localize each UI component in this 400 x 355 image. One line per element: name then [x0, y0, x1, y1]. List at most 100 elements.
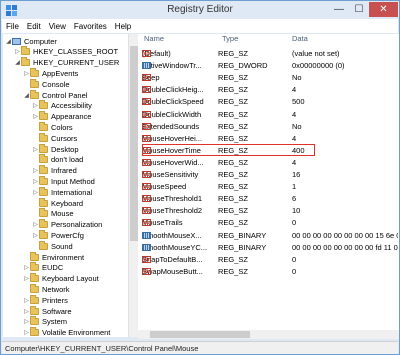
tree-item-label: Infrared [51, 166, 77, 176]
folder-icon [30, 305, 39, 315]
tree-item[interactable]: don't load [3, 154, 84, 165]
value-row[interactable]: ActiveWindowTr... REG_DWORD 0x00000000 (0) [138, 60, 399, 71]
tree-item-label: Input Method [51, 176, 95, 186]
expand-arrow-icon[interactable]: ▷ [32, 102, 39, 109]
expand-arrow-icon[interactable]: ▷ [32, 113, 39, 120]
value-row[interactable]: SmoothMouseX... REG_BINARY 00 00 00 00 00 … [138, 230, 399, 241]
tree-item-label: don't load [51, 155, 84, 165]
tree-item[interactable]: ▷ Infrared [3, 165, 77, 176]
expand-arrow-icon[interactable]: ▷ [23, 264, 30, 271]
tree-item[interactable]: Environment [3, 251, 84, 262]
value-name: ab MouseHoverHei... [142, 134, 218, 143]
tree-item[interactable]: ▷ Software [3, 305, 72, 316]
tree-item[interactable]: Keyboard [3, 197, 83, 208]
close-button[interactable]: ✕ [369, 2, 398, 17]
column-data-header[interactable]: Data [286, 34, 399, 46]
tree-item[interactable]: ◢ HKEY_CURRENT_USER [3, 57, 120, 68]
expand-arrow-icon[interactable]: ▷ [32, 232, 39, 239]
tree-item[interactable]: Console [3, 78, 70, 89]
collapse-arrow-icon[interactable]: ◢ [5, 38, 12, 45]
tree-item[interactable]: ▷ Accessibility [3, 100, 92, 111]
menu-file[interactable]: File [6, 22, 19, 31]
tree-item[interactable]: ▷ Appearance [3, 111, 92, 122]
value-row[interactable]: SmoothMouseYC... REG_BINARY 00 00 00 00 00… [138, 242, 399, 253]
tree-item[interactable]: Cursors [3, 132, 77, 143]
folder-icon [39, 143, 48, 153]
tree-item[interactable]: Mouse [3, 208, 74, 219]
value-row[interactable]: ab Beep REG_SZ No [138, 72, 399, 83]
title-bar[interactable]: Registry Editor — ☐ ✕ [1, 1, 399, 19]
tree-item-label: PowerCfg [51, 230, 84, 240]
expand-arrow-icon[interactable]: ▷ [32, 167, 39, 174]
folder-icon [30, 294, 39, 304]
tree-item[interactable]: ▷ System [3, 316, 67, 327]
folder-icon [39, 154, 48, 164]
value-row[interactable]: ab MouseTrails REG_SZ 0 [138, 217, 399, 228]
tree-item[interactable]: ◢ Computer [3, 36, 57, 46]
tree-item[interactable]: Network [3, 283, 70, 294]
value-row[interactable]: ab ExtendedSounds REG_SZ No [138, 121, 399, 132]
tree-item[interactable]: ▷ Desktop [3, 143, 79, 154]
tree-item[interactable]: ▷ PowerCfg [3, 229, 84, 240]
expand-arrow-icon[interactable]: ▷ [32, 178, 39, 185]
maximize-button[interactable]: ☐ [349, 2, 369, 17]
tree-item[interactable]: ◢ Control Panel [3, 89, 87, 100]
value-row[interactable]: ab DoubleClickWidth REG_SZ 4 [138, 109, 399, 120]
expand-arrow-icon[interactable]: ▷ [32, 189, 39, 196]
expand-arrow-icon[interactable]: ▷ [23, 275, 30, 282]
expand-arrow-icon[interactable]: ▷ [23, 329, 30, 336]
value-row[interactable]: ab MouseThreshold1 REG_SZ 6 [138, 193, 399, 204]
value-row[interactable]: ab DoubleClickHeig... REG_SZ 4 [138, 84, 399, 95]
values-horizontal-scrollbar[interactable] [138, 330, 399, 339]
expand-arrow-icon[interactable]: ▷ [23, 70, 30, 77]
value-name-text: MouseHoverWid... [142, 157, 204, 167]
menu-favorites[interactable]: Favorites [74, 22, 107, 31]
value-row[interactable]: ab SnapToDefaultB... REG_SZ 0 [138, 254, 399, 265]
tree-item[interactable]: ▷ Personalization [3, 219, 102, 230]
tree-scrollbar[interactable] [128, 34, 138, 337]
value-row[interactable]: ab MouseSensitivity REG_SZ 16 [138, 169, 399, 180]
menu-edit[interactable]: Edit [27, 22, 41, 31]
column-name-header[interactable]: Name [138, 34, 216, 46]
value-row[interactable]: ab (Default) REG_SZ (value not set) [138, 48, 399, 59]
tree-item[interactable]: ▷ EUDC [3, 262, 63, 273]
collapse-arrow-icon[interactable]: ◢ [23, 92, 30, 99]
tree-item-label: Appearance [51, 112, 92, 122]
expand-arrow-icon[interactable]: ▷ [14, 48, 21, 55]
value-row[interactable]: ab MouseThreshold2 REG_SZ 10 [138, 205, 399, 216]
expand-arrow-icon[interactable]: ▷ [23, 308, 30, 315]
value-type: REG_BINARY [218, 230, 267, 240]
tree-item[interactable]: ▷ Volatile Environment [3, 327, 110, 337]
collapse-arrow-icon[interactable]: ◢ [14, 59, 21, 66]
column-type-header[interactable]: Type [216, 34, 286, 46]
tree-item[interactable]: ▷ AppEvents [3, 67, 78, 78]
hscroll-thumb[interactable] [150, 331, 250, 338]
tree-scroll-thumb[interactable] [130, 46, 138, 241]
value-row[interactable]: ab MouseSpeed REG_SZ 1 [138, 181, 399, 192]
folder-icon [30, 251, 39, 261]
tree-item[interactable]: Colors [3, 121, 73, 132]
tree-item[interactable]: ▷ International [3, 186, 93, 197]
expand-arrow-icon[interactable]: ▷ [23, 297, 30, 304]
value-name-text: DoubleClickSpeed [142, 97, 204, 107]
tree-item[interactable]: Sound [3, 240, 73, 251]
tree-item[interactable]: ▷ Printers [3, 294, 68, 305]
tree-item-label: HKEY_CURRENT_USER [33, 58, 120, 68]
tree-item[interactable]: ▷ Keyboard Layout [3, 273, 99, 284]
menu-help[interactable]: Help [115, 22, 131, 31]
value-data: 6 [292, 194, 297, 204]
tree-item-label: International [51, 187, 93, 197]
expand-arrow-icon[interactable]: ▷ [23, 318, 30, 325]
tree-item[interactable]: ▷ Input Method [3, 175, 95, 186]
expand-arrow-icon[interactable]: ▷ [32, 146, 39, 153]
value-row[interactable]: ab MouseHoverWid... REG_SZ 4 [138, 157, 399, 168]
value-type: REG_SZ [218, 182, 249, 192]
tree-item[interactable]: ▷ HKEY_CLASSES_ROOT [3, 46, 118, 57]
expand-arrow-icon[interactable]: ▷ [32, 221, 39, 228]
value-row[interactable]: ab SwapMouseButt... REG_SZ 0 [138, 266, 399, 277]
menu-view[interactable]: View [49, 22, 66, 31]
minimize-button[interactable]: — [329, 2, 349, 17]
value-name: ab MouseThreshold2 [142, 206, 218, 215]
value-row[interactable]: ab DoubleClickSpeed REG_SZ 500 [138, 96, 399, 107]
value-row[interactable]: ab MouseHoverHei... REG_SZ 4 [138, 133, 399, 144]
